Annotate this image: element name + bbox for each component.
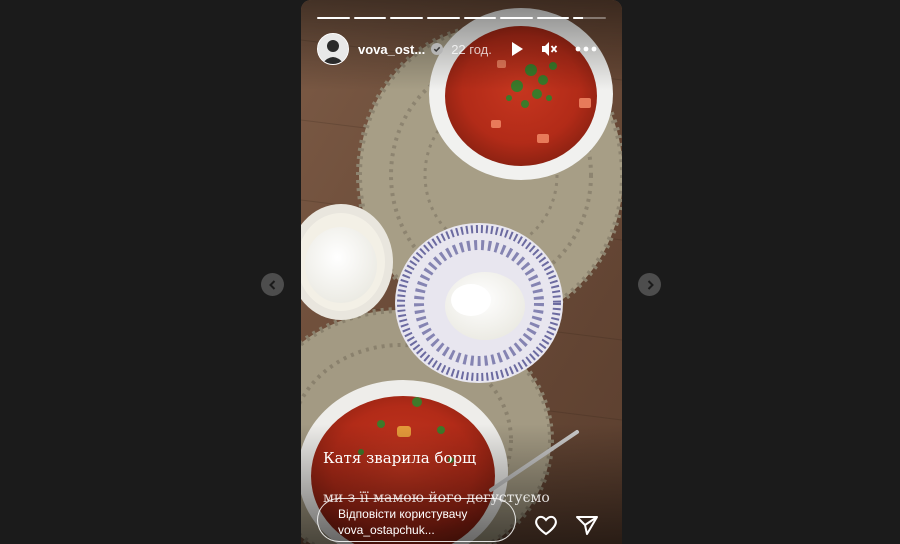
progress-segment-fill: [353, 17, 387, 19]
progress-segment: [463, 17, 497, 19]
post-time: 22 год.: [451, 41, 492, 57]
paper-plane-icon[interactable]: [575, 514, 599, 536]
avatar[interactable]: [317, 33, 349, 65]
progress-segment: [317, 17, 350, 19]
reply-placeholder-line-2: vova_ostapchuk...: [338, 523, 435, 537]
progress-segment: [500, 17, 533, 19]
story-progress: [317, 17, 606, 20]
progress-segment: [536, 17, 570, 19]
muted-speaker-icon[interactable]: [539, 39, 559, 59]
next-story-button[interactable]: [638, 273, 661, 296]
chevron-left-icon: [268, 279, 275, 290]
reply-input[interactable]: Відповісти користувачу vova_ostapchuk...: [317, 498, 516, 542]
progress-segment-fill: [390, 17, 423, 19]
reply-placeholder-line-1: Відповісти користувачу: [338, 507, 468, 521]
heart-icon[interactable]: [534, 514, 558, 536]
progress-segment: [353, 17, 387, 19]
story-header: vova_ost... 22 год.: [317, 33, 606, 65]
progress-segment: [390, 17, 423, 19]
progress-segment-fill: [317, 17, 350, 19]
chevron-right-icon: [647, 279, 654, 290]
avatar-photo: [318, 34, 348, 64]
progress-segment-fill: [536, 17, 570, 19]
progress-segment: [573, 17, 606, 19]
more-horizontal-icon[interactable]: [574, 39, 598, 59]
username[interactable]: vova_ost...: [358, 42, 425, 57]
progress-segment-fill: [573, 17, 584, 19]
progress-segment: [426, 17, 460, 19]
progress-segment-fill: [500, 17, 533, 19]
progress-segment-fill: [426, 17, 460, 19]
story-viewer[interactable]: vova_ost... 22 год. Катя зварила борщ ми…: [301, 0, 622, 544]
previous-story-button[interactable]: [261, 273, 284, 296]
story-caption-line-1: Катя зварила борщ: [323, 449, 477, 467]
verified-badge-icon: [431, 43, 444, 55]
progress-segment-fill: [463, 17, 497, 19]
play-icon[interactable]: [507, 39, 527, 59]
